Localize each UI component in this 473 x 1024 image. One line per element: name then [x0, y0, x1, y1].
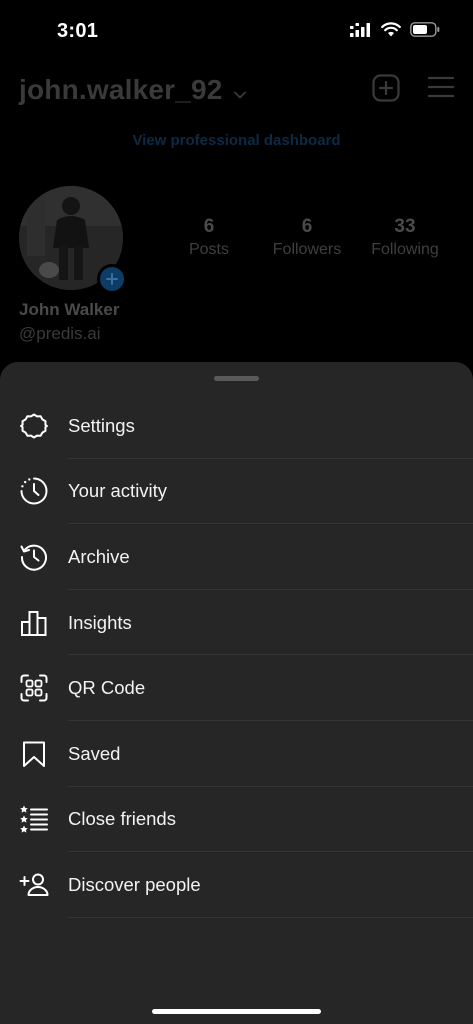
stat-followers[interactable]: 6 Followers: [258, 216, 356, 259]
menu-item-your-activity[interactable]: Your activity: [0, 459, 473, 525]
add-story-icon[interactable]: [97, 264, 127, 294]
chevron-down-icon[interactable]: [234, 86, 246, 104]
cellular-signal-icon: [350, 22, 372, 37]
avatar-container[interactable]: [19, 186, 127, 294]
battery-icon: [410, 22, 440, 37]
profile-stats: 6 Posts 6 Followers 33 Following: [160, 216, 454, 259]
settings-gear-icon: [19, 411, 49, 441]
stat-label: Followers: [272, 241, 342, 258]
sheet-grabber[interactable]: [214, 376, 259, 381]
qr-code-icon: [19, 673, 49, 703]
menu-item-saved[interactable]: Saved: [0, 721, 473, 787]
menu-item-label: Close friends: [68, 808, 176, 830]
menu-item-label: Discover people: [68, 873, 201, 895]
stat-value: 33: [394, 216, 416, 237]
bar-chart-icon: [19, 608, 49, 638]
menu-item-insights[interactable]: Insights: [0, 590, 473, 656]
status-time: 3:01: [57, 20, 99, 42]
menu-item-label: Your activity: [68, 480, 168, 502]
username[interactable]: john.walker_92: [19, 74, 223, 106]
star-list-icon: [19, 804, 49, 834]
wifi-icon: [381, 22, 401, 37]
menu-item-archive[interactable]: Archive: [0, 524, 473, 590]
menu-item-label: Insights: [68, 611, 132, 633]
menu-item-settings[interactable]: Settings: [0, 393, 473, 459]
menu-item-label: Archive: [68, 545, 130, 567]
menu-item-discover-people[interactable]: Discover people: [0, 852, 473, 918]
menu-item-label: Saved: [68, 742, 121, 764]
display-name: John Walker: [19, 300, 120, 319]
hamburger-menu-icon[interactable]: [427, 76, 455, 103]
professional-dashboard-link[interactable]: View professional dashboard: [0, 132, 473, 149]
home-indicator[interactable]: [152, 1009, 321, 1014]
status-bar: 3:01: [0, 0, 473, 62]
stat-posts[interactable]: 6 Posts: [160, 216, 258, 259]
activity-icon: [19, 476, 49, 506]
stat-following[interactable]: 33 Following: [356, 216, 454, 259]
menu-item-label: Settings: [68, 414, 135, 436]
create-post-icon[interactable]: [372, 74, 400, 107]
status-icons: [350, 22, 440, 37]
menu-item-close-friends[interactable]: Close friends: [0, 787, 473, 853]
stat-label: Posts: [188, 241, 229, 258]
menu-item-qr-code[interactable]: QR Code: [0, 655, 473, 721]
divider: [68, 916, 473, 918]
stat-value: 6: [301, 216, 313, 237]
bookmark-icon: [19, 739, 49, 769]
menu-item-label: QR Code: [68, 677, 146, 699]
profile-section: john.walker_92 View professional dashboa…: [0, 62, 473, 362]
profile-header: john.walker_92: [19, 72, 455, 108]
profile-handle: @predis.ai: [19, 324, 101, 343]
options-sheet: Settings Your activity Archive Insights …: [0, 362, 473, 1024]
options-menu: Settings Your activity Archive Insights …: [0, 393, 473, 918]
add-person-icon: [19, 870, 49, 900]
stat-value: 6: [203, 216, 215, 237]
archive-history-icon: [19, 542, 49, 572]
stat-label: Following: [371, 241, 439, 258]
